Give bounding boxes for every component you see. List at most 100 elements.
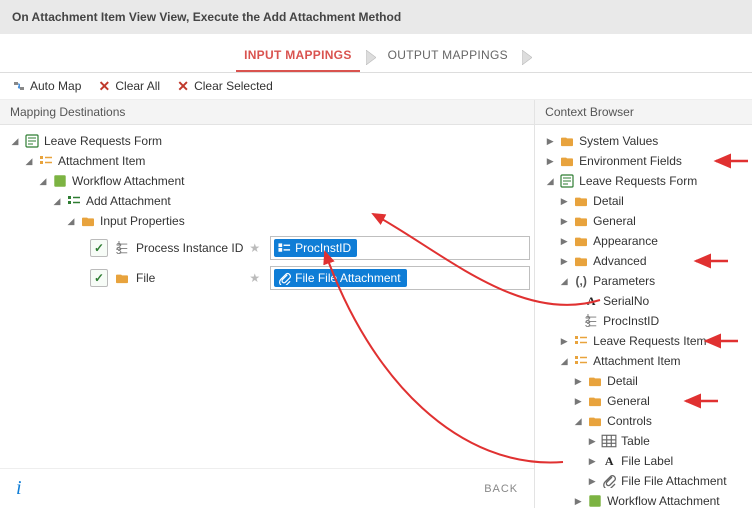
tab-input-mappings[interactable]: INPUT MAPPINGS	[226, 42, 370, 68]
expand-icon[interactable]: ▶	[559, 256, 569, 266]
view-icon	[38, 153, 54, 169]
tree-label: Parameters	[593, 274, 655, 288]
collapse-icon[interactable]: ◢	[24, 156, 34, 166]
tree-node-serialno[interactable]: ASerialNo	[539, 291, 748, 311]
tree-label: Table	[621, 434, 650, 448]
collapse-icon[interactable]: ◢	[38, 176, 48, 186]
tree-node-table[interactable]: ▶ Table	[539, 431, 748, 451]
tree-node-form[interactable]: ◢Leave Requests Form	[4, 131, 530, 151]
chip-file-attachment[interactable]: File File Attachment	[274, 269, 406, 287]
tree-node-add-attachment[interactable]: ◢Add Attachment	[4, 191, 530, 211]
footer: i BACK	[0, 468, 534, 508]
expand-icon[interactable]: ▶	[559, 196, 569, 206]
expand-icon[interactable]: ▶	[587, 456, 597, 466]
property-label: File	[136, 271, 155, 285]
expand-icon[interactable]: ▶	[587, 476, 597, 486]
expand-icon[interactable]: ▶	[545, 136, 555, 146]
tree-node-system-values[interactable]: ▶System Values	[539, 131, 748, 151]
tree-node-attachment-item[interactable]: ◢ Attachment Item	[539, 351, 748, 371]
tree-label: File File Attachment	[621, 474, 726, 488]
number-icon	[114, 240, 130, 256]
tree-node-input-properties[interactable]: ◢ Input Properties	[4, 211, 530, 231]
tree-node-file-label[interactable]: ▶AFile Label	[539, 451, 748, 471]
tree-node-parameters[interactable]: ◢(,)Parameters	[539, 271, 748, 291]
tree-label: Environment Fields	[579, 154, 682, 168]
tree-label: Leave Requests Form	[579, 174, 697, 188]
chevron-right-icon	[522, 50, 532, 60]
required-star: ★	[249, 241, 260, 255]
clip-icon	[601, 473, 617, 489]
collapse-icon[interactable]: ◢	[52, 196, 62, 206]
tree-node-appearance[interactable]: ▶ Appearance	[539, 231, 748, 251]
collapse-icon[interactable]: ◢	[545, 176, 555, 186]
tree-node-general[interactable]: ▶General	[539, 211, 748, 231]
context-browser-header: Context Browser	[535, 100, 752, 125]
tree-node-advanced[interactable]: ▶Advanced	[539, 251, 748, 271]
tree-node-environment-fields[interactable]: ▶ Environment Fields	[539, 151, 748, 171]
tree-node-controls[interactable]: ◢ Controls	[539, 411, 748, 431]
expand-icon[interactable]: ▶	[573, 396, 583, 406]
dialog-title: On Attachment Item View View, Execute th…	[0, 0, 752, 34]
tab-output-label: OUTPUT MAPPINGS	[388, 48, 508, 62]
expand-icon[interactable]: ▶	[559, 216, 569, 226]
number-icon	[583, 313, 599, 329]
form-icon	[24, 133, 40, 149]
tree-label: Appearance	[593, 234, 658, 248]
required-star: ★	[249, 271, 260, 285]
expand-icon[interactable]: ▶	[559, 236, 569, 246]
tree-label: Controls	[607, 414, 652, 428]
tree-label: Leave Requests Item	[593, 334, 706, 348]
text-icon: A	[601, 453, 617, 469]
collapse-icon[interactable]: ◢	[10, 136, 20, 146]
input-process-instance-id[interactable]: ProcInstID	[270, 236, 530, 260]
toolbar: Auto Map ✕Clear All ✕Clear Selected	[0, 73, 752, 100]
smartobject-icon	[52, 173, 68, 189]
checkbox-file[interactable]	[90, 269, 108, 287]
collapse-icon[interactable]: ◢	[559, 276, 569, 286]
tree-node-detail-2[interactable]: ▶ Detail	[539, 371, 748, 391]
tree-node-workflow-attachment-2[interactable]: ▶Workflow Attachment	[539, 491, 748, 508]
chip-procinstid[interactable]: ProcInstID	[274, 239, 357, 257]
collapse-icon[interactable]: ◢	[573, 416, 583, 426]
folder-icon	[587, 373, 603, 389]
collapse-icon[interactable]: ◢	[66, 216, 76, 226]
view-icon	[573, 353, 589, 369]
tree-node-leave-requests-form[interactable]: ◢ Leave Requests Form	[539, 171, 748, 191]
tab-output-mappings[interactable]: OUTPUT MAPPINGS	[370, 42, 526, 68]
folder-icon	[573, 233, 589, 249]
tree-label: Detail	[593, 194, 624, 208]
tree-label: Input Properties	[100, 214, 185, 228]
tree-node-workflow-attachment[interactable]: ◢Workflow Attachment	[4, 171, 530, 191]
tree-label: General	[607, 394, 650, 408]
tree-node-procinstid[interactable]: ProcInstID	[539, 311, 748, 331]
input-file[interactable]: File File Attachment	[270, 266, 530, 290]
tree-node-general-2[interactable]: ▶ General	[539, 391, 748, 411]
clear-selected-button[interactable]: ✕Clear Selected	[176, 79, 273, 93]
info-icon[interactable]: i	[16, 477, 22, 500]
tree-label: ProcInstID	[603, 314, 659, 328]
table-icon	[601, 433, 617, 449]
expand-icon[interactable]: ▶	[545, 156, 555, 166]
tab-input-label: INPUT MAPPINGS	[244, 48, 352, 62]
folder-icon	[587, 393, 603, 409]
tree-node-leave-requests-item[interactable]: ▶ Leave Requests Item	[539, 331, 748, 351]
checkbox-process-instance-id[interactable]	[90, 239, 108, 257]
clear-selected-label: Clear Selected	[194, 79, 273, 93]
tree-label: Attachment Item	[593, 354, 680, 368]
clear-all-button[interactable]: ✕Clear All	[97, 79, 160, 93]
expand-icon[interactable]: ▶	[559, 336, 569, 346]
tree-node-detail[interactable]: ▶ Detail	[539, 191, 748, 211]
automap-button[interactable]: Auto Map	[12, 79, 81, 93]
tree-label: Detail	[607, 374, 638, 388]
expand-icon[interactable]: ▶	[587, 436, 597, 446]
tree-node-view[interactable]: ◢Attachment Item	[4, 151, 530, 171]
tree-node-file-file-attachment[interactable]: ▶ File File Attachment	[539, 471, 748, 491]
number-list-icon	[278, 242, 291, 255]
folder-icon	[114, 270, 130, 286]
expand-icon[interactable]: ▶	[573, 376, 583, 386]
back-button[interactable]: BACK	[484, 483, 518, 495]
clear-all-label: Clear All	[115, 79, 160, 93]
expand-icon[interactable]: ▶	[573, 496, 583, 506]
collapse-icon[interactable]: ◢	[559, 356, 569, 366]
context-browser-tree: ▶System Values ▶ Environment Fields ◢ Leav…	[535, 125, 752, 508]
